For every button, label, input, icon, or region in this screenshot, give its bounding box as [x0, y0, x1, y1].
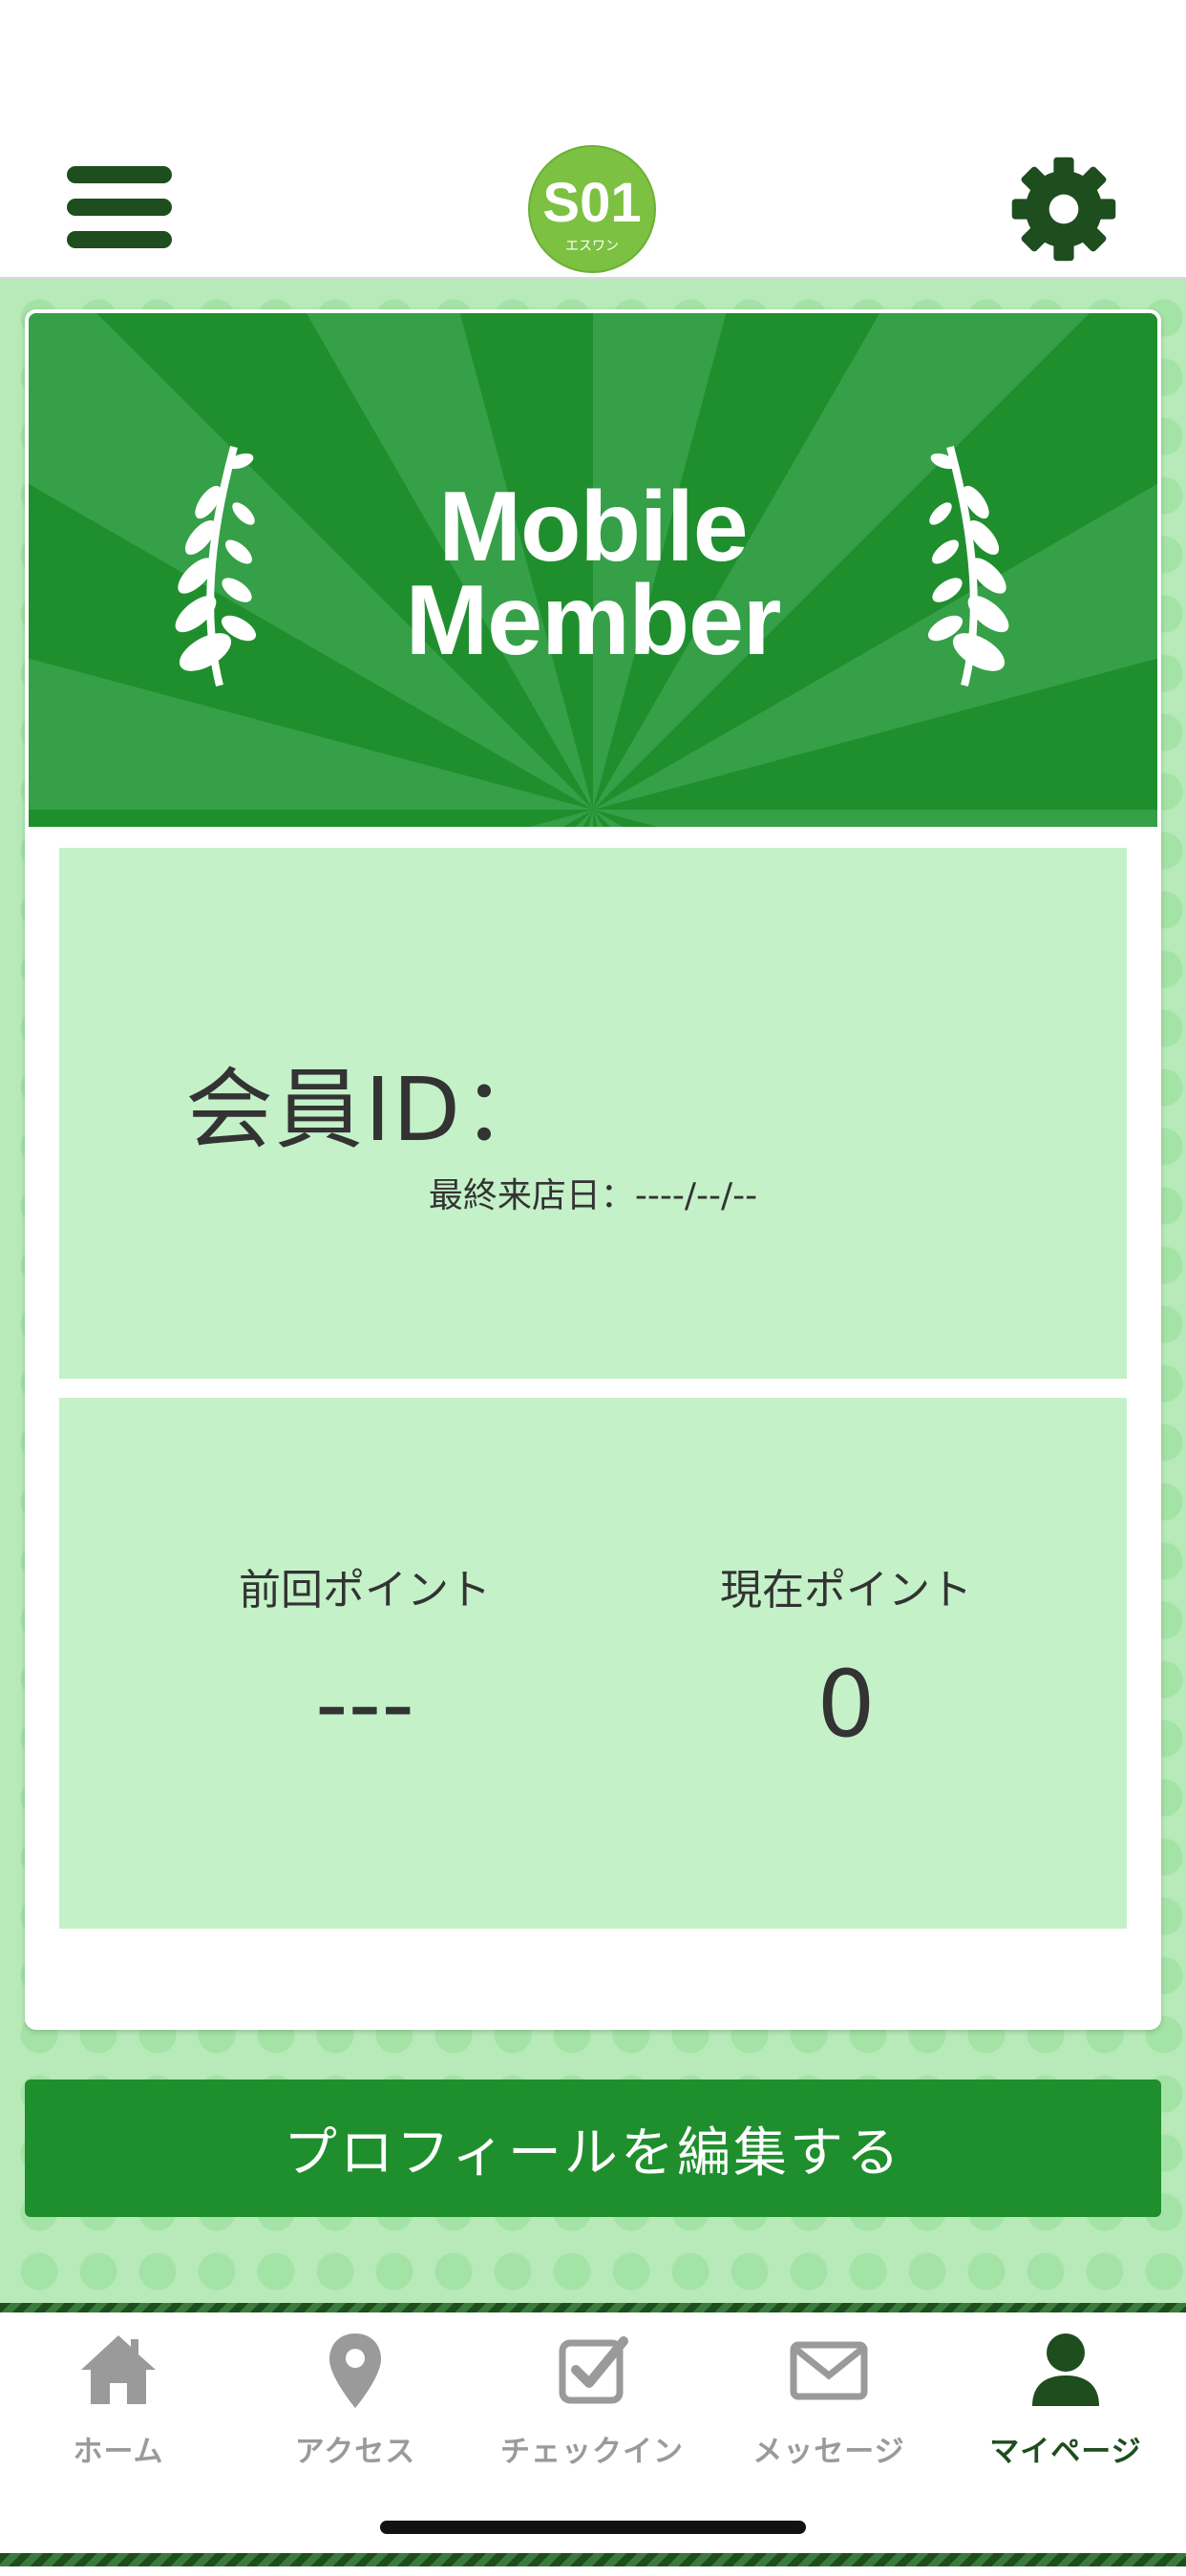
logo-text: S01 — [542, 172, 641, 234]
member-card: Mobile Member 会員ID： 最終来店日：----/--/-- 前回ポ… — [25, 309, 1161, 2030]
last-visit-date: 最終来店日：----/--/-- — [428, 1176, 758, 1215]
sunburst-ray — [593, 810, 1157, 827]
bottom-tab-bar: ホーム アクセス チェックイン メッセージ マイページ — [0, 2303, 1186, 2576]
home-indicator — [380, 2521, 806, 2534]
checkbox-icon — [559, 2336, 628, 2404]
member-id-panel: 会員ID： 最終来店日：----/--/-- — [59, 848, 1127, 1379]
gear-icon[interactable] — [1007, 153, 1120, 265]
tab-home-label: ホーム — [73, 2435, 164, 2469]
app-header: S01 エスワン — [0, 134, 1186, 279]
previous-points-value: --- — [315, 1651, 414, 1758]
envelope-icon — [790, 2341, 868, 2400]
tab-checkin[interactable]: チェックイン — [474, 2328, 710, 2471]
bottom-stripe — [0, 2553, 1186, 2566]
home-icon — [81, 2335, 156, 2404]
logo-subtext: エスワン — [565, 239, 619, 254]
member-banner: Mobile Member — [29, 313, 1157, 827]
points-panel: 前回ポイント --- 現在ポイント 0 — [59, 1398, 1127, 1929]
tab-home[interactable]: ホーム — [0, 2328, 237, 2471]
previous-points: 前回ポイント --- — [164, 1562, 565, 1766]
tab-message[interactable]: メッセージ — [710, 2328, 947, 2471]
edit-profile-button[interactable]: プロフィールを編集する — [25, 2080, 1161, 2217]
tab-access[interactable]: アクセス — [237, 2328, 474, 2471]
previous-points-label: 前回ポイント — [239, 1566, 491, 1615]
user-icon — [1032, 2333, 1099, 2406]
current-points: 現在ポイント 0 — [646, 1562, 1047, 1766]
tab-message-label: メッセージ — [752, 2435, 905, 2469]
tab-mypage[interactable]: マイページ — [947, 2328, 1184, 2471]
tab-access-label: アクセス — [294, 2435, 416, 2469]
laurel-right-icon — [927, 445, 1009, 686]
app-logo: S01 エスワン — [528, 145, 656, 273]
member-id-label: 会員ID： — [185, 1059, 552, 1161]
status-bar — [0, 0, 1186, 134]
tab-checkin-label: チェックイン — [500, 2435, 684, 2469]
map-pin-icon — [329, 2333, 381, 2408]
current-points-value: 0 — [816, 1651, 876, 1758]
current-points-label: 現在ポイント — [720, 1566, 972, 1615]
hamburger-menu-icon[interactable] — [67, 162, 172, 254]
tab-mypage-label: マイページ — [989, 2435, 1142, 2469]
sunburst-ray — [576, 810, 593, 827]
sunburst-ray — [528, 810, 593, 827]
